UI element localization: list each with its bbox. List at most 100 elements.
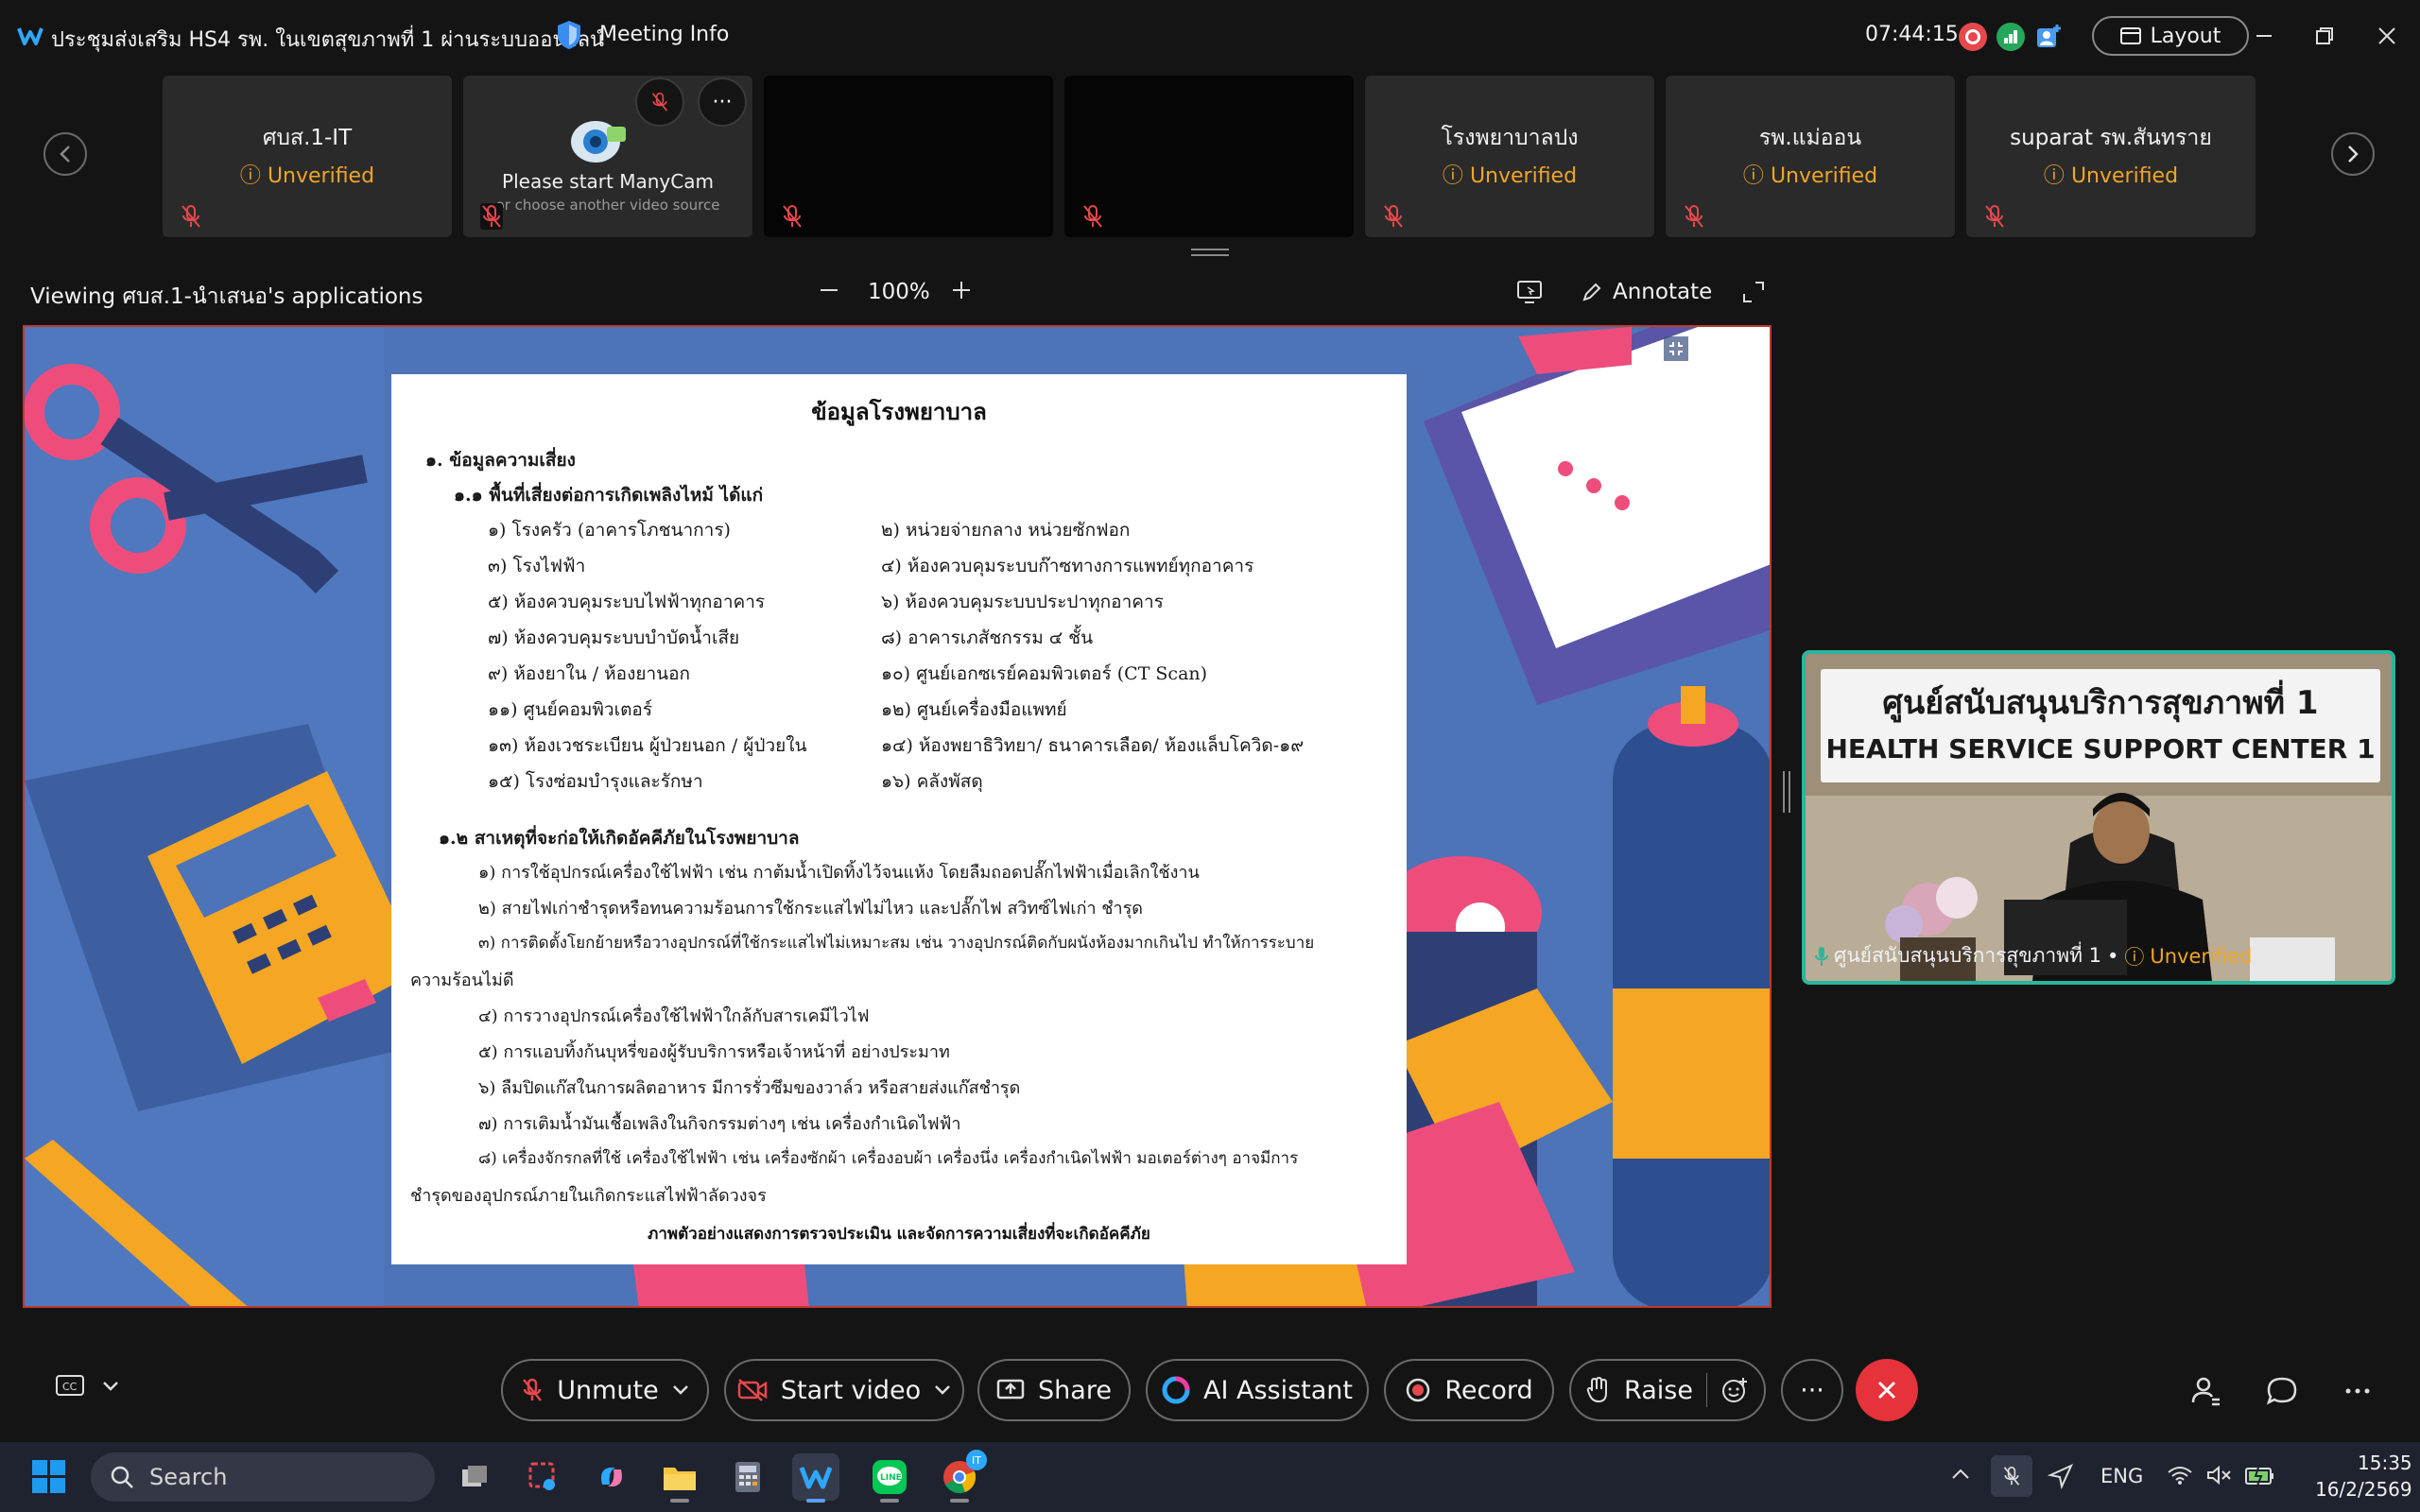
video-placeholder-subtext: or choose another video source — [495, 197, 720, 214]
annotate-label: Annotate — [1613, 280, 1713, 304]
muted-mic-icon — [480, 203, 503, 230]
line-app[interactable]: LINE — [866, 1453, 913, 1503]
wifi-icon[interactable] — [2167, 1465, 2193, 1486]
battery-icon[interactable] — [2244, 1463, 2276, 1487]
close-icon — [2378, 27, 2395, 44]
hand-icon — [1586, 1376, 1608, 1403]
start-video-button[interactable]: Start video — [724, 1359, 964, 1421]
chrome-app[interactable]: IT — [936, 1450, 987, 1503]
collapse-icon[interactable] — [1664, 336, 1688, 361]
share-button[interactable]: Share — [977, 1359, 1131, 1421]
list-item: ๑๕) โรงซ่อมบำรุงและรักษา — [488, 771, 703, 792]
muted-mic-icon — [523, 1378, 543, 1401]
muted-mic-icon — [2003, 1466, 2020, 1486]
video-placeholder-text: Please start ManyCam — [502, 170, 714, 193]
zoom-in-icon[interactable] — [949, 278, 974, 302]
participant-tile[interactable]: suparat รพ.สันทราย ⓘ Unverified — [1966, 76, 2256, 237]
participants-next-button[interactable] — [2331, 132, 2375, 176]
network-stats-icon[interactable] — [1996, 23, 2025, 51]
raise-hand-button[interactable]: Raise — [1569, 1359, 1766, 1421]
recording-indicator-icon[interactable] — [1959, 23, 1987, 51]
participant-status: ⓘ Unverified — [1666, 159, 1955, 189]
closed-captions-icon: CC — [56, 1375, 84, 1396]
muted-mic-icon — [783, 205, 802, 228]
participant-tile[interactable] — [1064, 76, 1354, 237]
participants-panel-icon[interactable] — [2189, 1374, 2223, 1408]
windows-start-button[interactable] — [32, 1460, 66, 1494]
participant-tile[interactable] — [764, 76, 1053, 237]
zoom-level[interactable]: 100% — [868, 280, 930, 304]
annotate-button[interactable]: Annotate — [1581, 280, 1712, 304]
task-view-app[interactable] — [452, 1453, 499, 1501]
shield-icon[interactable] — [555, 19, 583, 51]
meeting-info-button[interactable]: Meeting Info — [599, 23, 729, 46]
strip-resize-handle[interactable] — [1191, 248, 1229, 257]
list-item: ๒) สายไฟเก่าชำรุดหรือทนความร้อนการใช้กระ… — [478, 899, 1143, 919]
list-item: ๗) การเติมน้ำมันเชื้อเพลิงในกิจกรรมต่างๆ… — [478, 1114, 961, 1134]
muted-mic-icon — [1985, 205, 2004, 228]
running-indicator — [670, 1499, 689, 1503]
volume-muted-icon[interactable] — [2206, 1465, 2233, 1486]
meeting-title: ประชุมส่งเสริม HS4 รพ. ในเขตสุขภาพที่ 1 … — [51, 28, 605, 52]
speaker-name: ศูนย์สนับสนุนบริการสุขภาพที่ 1 — [1834, 944, 2101, 967]
file-explorer-app[interactable] — [656, 1453, 703, 1503]
input-language[interactable]: ENG — [2100, 1465, 2143, 1487]
more-panels-icon[interactable] — [2341, 1374, 2375, 1408]
unverified-label: Unverified — [1469, 164, 1578, 188]
active-speaker-video[interactable]: ศูนย์สนับสนุนบริการสุขภาพที่ 1 HEALTH SE… — [1802, 650, 2395, 985]
chevron-down-icon[interactable] — [934, 1384, 951, 1396]
restore-button[interactable] — [2303, 17, 2346, 55]
warning-icon: ⓘ — [2124, 945, 2145, 969]
expand-icon[interactable] — [1741, 280, 1766, 304]
record-button[interactable]: Record — [1384, 1359, 1554, 1421]
list-item: ๓) โรงไฟฟ้า — [488, 556, 586, 576]
participant-tile[interactable]: ศบส.1-IT ⓘ Unverified — [163, 76, 452, 237]
participants-prev-button[interactable] — [43, 132, 87, 176]
ai-assistant-icon — [1162, 1376, 1190, 1404]
closed-captions-button[interactable]: CC — [55, 1374, 119, 1399]
webex-logo-icon — [17, 27, 43, 45]
participant-status: ⓘ Unverified — [1365, 159, 1654, 189]
calculator-app[interactable] — [724, 1453, 771, 1501]
list-item: ๔) ห้องควบคุมระบบก๊าซทางการแพทย์ทุกอาคาร — [881, 556, 1254, 576]
participant-tile-manycam[interactable]: ··· Please start ManyCam or choose anoth… — [463, 76, 752, 237]
minimize-button[interactable] — [2242, 17, 2286, 55]
end-call-button[interactable] — [1856, 1359, 1918, 1421]
shared-screen[interactable]: ข้อมูลโรงพยาบาล ๑. ข้อมูลความเสี่ยง ๑.๑ … — [23, 325, 1772, 1308]
ai-assistant-button[interactable]: AI Assistant — [1146, 1359, 1369, 1421]
taskbar-clock[interactable]: 15:35 16/2/2569 — [2315, 1450, 2412, 1501]
tray-mic-button[interactable] — [1991, 1455, 2032, 1497]
document-title: ข้อมูลโรงพยาบาล — [811, 398, 987, 425]
participants-icon[interactable] — [2034, 21, 2065, 51]
divider — [1705, 1373, 1707, 1407]
copilot-icon — [601, 1468, 622, 1486]
line-icon: LINE — [873, 1460, 907, 1494]
participant-tile[interactable]: โรงพยาบาลปง ⓘ Unverified — [1365, 76, 1654, 237]
mute-participant-button[interactable] — [635, 77, 684, 127]
layout-icon — [2119, 27, 2141, 44]
more-options-button[interactable]: ··· — [1781, 1359, 1843, 1421]
muted-mic-icon — [651, 92, 668, 112]
running-indicator — [950, 1499, 969, 1503]
raise-label: Raise — [1624, 1375, 1693, 1405]
record-label: Record — [1444, 1375, 1533, 1405]
chevron-up-icon[interactable] — [1951, 1467, 1970, 1482]
remote-control-icon[interactable] — [1516, 280, 1543, 304]
taskbar-time: 15:35 — [2358, 1452, 2412, 1474]
snipping-tool-app[interactable] — [520, 1453, 567, 1501]
reactions-icon[interactable] — [1720, 1376, 1749, 1404]
layout-button[interactable]: Layout — [2092, 16, 2249, 56]
taskbar-search[interactable]: Search — [91, 1452, 435, 1502]
webex-app[interactable] — [792, 1453, 839, 1503]
participant-tile[interactable]: รพ.แม่ออน ⓘ Unverified — [1666, 76, 1955, 237]
unmute-button[interactable]: Unmute — [501, 1359, 709, 1421]
split-resize-handle[interactable] — [1783, 771, 1790, 813]
chat-icon[interactable] — [2265, 1374, 2299, 1408]
close-window-button[interactable] — [2365, 17, 2409, 55]
zoom-out-icon[interactable] — [817, 278, 841, 302]
chevron-down-icon[interactable] — [672, 1384, 689, 1396]
participant-more-button[interactable]: ··· — [698, 77, 747, 127]
copilot-app[interactable] — [588, 1453, 635, 1501]
location-icon[interactable] — [2048, 1463, 2074, 1489]
unverified-label: Unverified — [267, 164, 375, 188]
